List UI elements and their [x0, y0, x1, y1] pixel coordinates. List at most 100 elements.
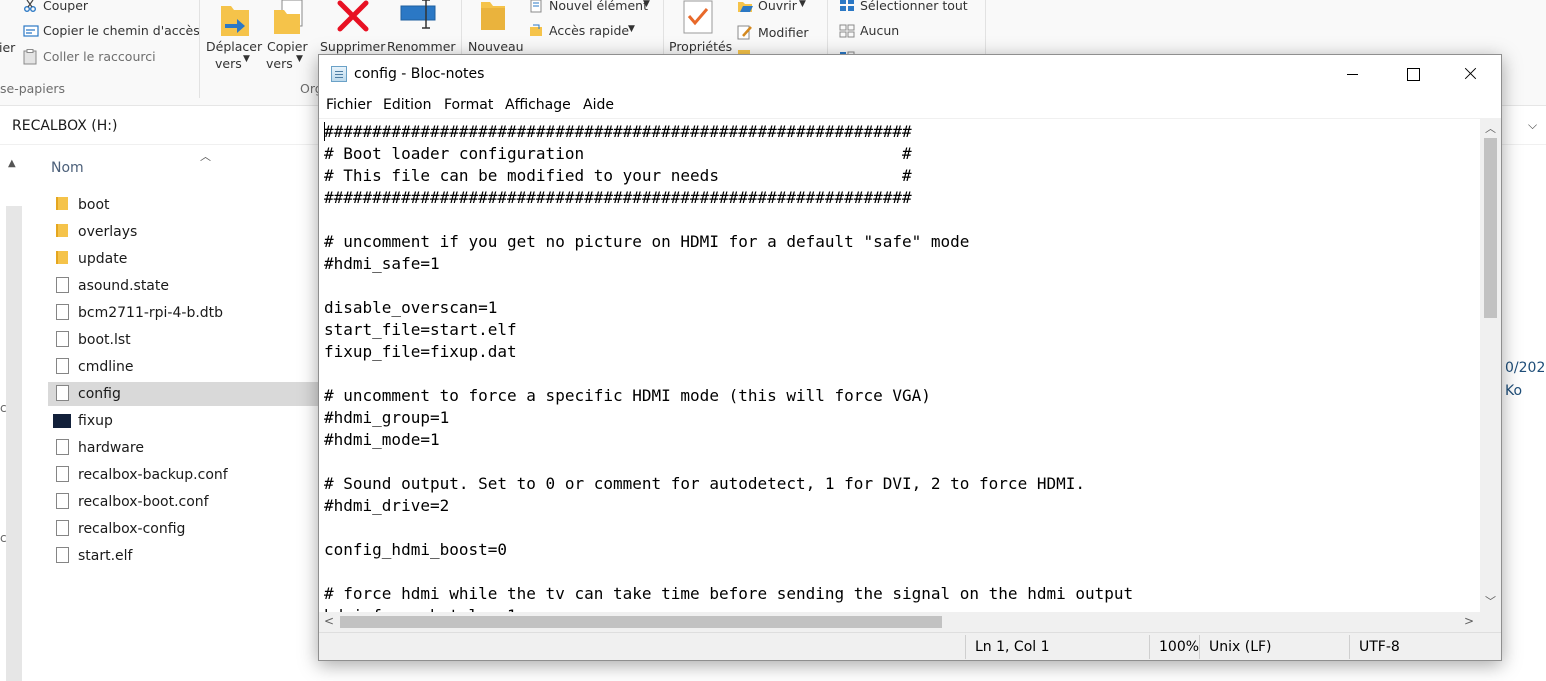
title-bar[interactable]: config - Bloc-notes: [319, 55, 1501, 93]
edit-button[interactable]: Modifier: [758, 25, 809, 40]
delete-x-icon: [337, 0, 369, 36]
easy-access-button[interactable]: Accès rapide: [549, 23, 629, 38]
chevron-down-icon: ▼: [799, 0, 806, 9]
paste-shortcut-button[interactable]: Coller le raccourci: [43, 49, 156, 64]
move-to-button[interactable]: Déplacer: [206, 39, 262, 54]
move-folder-icon: [219, 4, 251, 42]
menu-help[interactable]: Aide: [583, 97, 614, 113]
zoom-level: 100%: [1159, 639, 1200, 655]
scissors-icon: [23, 0, 37, 13]
status-separator: [1149, 635, 1150, 659]
file-name: asound.state: [78, 278, 169, 294]
select-none-icon: [839, 24, 855, 38]
cursor-position: Ln 1, Col 1: [975, 639, 1050, 655]
scroll-left-icon[interactable]: <: [324, 614, 334, 628]
new-item-button[interactable]: Nouvel élément: [549, 0, 648, 13]
scroll-down-icon[interactable]: ﹀: [1485, 593, 1496, 609]
copy-folder-icon: [272, 0, 306, 40]
easy-access-icon: [529, 24, 543, 38]
file-row[interactable]: bcm2711-rpi-4-b.dtb: [48, 301, 318, 325]
file-icon: [56, 466, 69, 482]
maximize-button[interactable]: [1383, 55, 1441, 93]
properties-button[interactable]: Propriétés: [669, 39, 732, 54]
edge-mark: c: [0, 401, 7, 415]
address-path[interactable]: RECALBOX (H:): [12, 118, 117, 134]
text-editor[interactable]: ########################################…: [319, 118, 1480, 612]
copy-to-button[interactable]: Copier: [267, 39, 308, 54]
move-to-button-line2[interactable]: vers: [215, 56, 242, 71]
file-row[interactable]: asound.state: [48, 274, 318, 298]
file-row[interactable]: overlays: [48, 220, 318, 244]
status-separator: [965, 635, 966, 659]
open-icon: [737, 0, 753, 13]
menu-format[interactable]: Format: [444, 97, 493, 113]
file-row[interactable]: cmdline: [48, 355, 318, 379]
folder-icon: [56, 224, 68, 237]
edit-pencil-icon: [737, 24, 752, 40]
copy-path-button[interactable]: Copier le chemin d'accès: [43, 23, 200, 38]
file-row[interactable]: boot: [48, 193, 318, 217]
encoding: UTF-8: [1359, 639, 1400, 655]
file-name: fixup: [78, 413, 113, 429]
file-size: Ko: [1505, 383, 1523, 399]
rename-button[interactable]: Renommer: [387, 39, 456, 54]
select-all-icon: [839, 0, 854, 12]
minimize-button[interactable]: [1323, 55, 1381, 93]
file-name: recalbox-config: [78, 521, 186, 537]
menu-view[interactable]: Affichage: [505, 97, 571, 113]
file-row[interactable]: start.elf: [48, 544, 318, 568]
file-name: recalbox-backup.conf: [78, 467, 228, 483]
new-folder-button[interactable]: Nouveau: [468, 39, 524, 54]
chevron-down-icon[interactable]: ⌵: [1528, 118, 1537, 133]
file-name: boot.lst: [78, 332, 131, 348]
folder-icon: [480, 0, 506, 36]
file-row[interactable]: boot.lst: [48, 328, 318, 352]
rename-icon: [400, 0, 440, 34]
column-header-name[interactable]: Nom: [51, 160, 84, 176]
vertical-scrollbar[interactable]: ︿ ﹀: [1480, 118, 1501, 612]
file-row[interactable]: config: [48, 382, 318, 406]
copy-button-fragment[interactable]: ier: [0, 40, 15, 55]
horizontal-scroll-thumb[interactable]: [340, 616, 942, 628]
notepad-window: config - Bloc-notes Fichier Edition Form…: [318, 54, 1502, 661]
editor-content[interactable]: ########################################…: [324, 121, 1133, 612]
file-icon: [56, 331, 69, 347]
delete-button[interactable]: Supprimer: [320, 39, 385, 54]
file-row[interactable]: recalbox-backup.conf: [48, 463, 318, 487]
file-icon: [56, 547, 69, 563]
new-item-icon: [529, 0, 543, 13]
vertical-scroll-thumb[interactable]: [1484, 138, 1497, 318]
select-all-button[interactable]: Sélectionner tout: [860, 0, 968, 13]
scroll-up-icon[interactable]: ︿: [1485, 120, 1496, 136]
copy-to-button-line2[interactable]: vers: [266, 56, 293, 71]
menu-edit[interactable]: Edition: [383, 97, 431, 113]
file-row[interactable]: hardware: [48, 436, 318, 460]
select-none-button[interactable]: Aucun: [860, 23, 899, 38]
file-name: bcm2711-rpi-4-b.dtb: [78, 305, 224, 321]
window-title: config - Bloc-notes: [354, 66, 485, 82]
file-name: overlays: [78, 224, 138, 240]
file-icon: [56, 493, 69, 509]
file-name: boot: [78, 197, 110, 213]
menu-bar: Fichier Edition Format Affichage Aide: [319, 93, 1501, 117]
menu-file[interactable]: Fichier: [326, 97, 372, 113]
file-row[interactable]: fixup: [48, 409, 318, 433]
scroll-up-icon[interactable]: ▲: [8, 158, 16, 169]
file-row[interactable]: update: [48, 247, 318, 271]
open-button[interactable]: Ouvrir: [758, 0, 797, 13]
horizontal-scrollbar[interactable]: < >: [319, 612, 1480, 632]
status-separator: [1199, 635, 1200, 659]
chevron-down-icon: ▼: [628, 24, 635, 34]
cut-button[interactable]: Couper: [43, 0, 88, 13]
size-grip[interactable]: [1480, 612, 1501, 632]
file-icon: [56, 439, 69, 455]
file-row[interactable]: recalbox-boot.conf: [48, 490, 318, 514]
scroll-right-icon[interactable]: >: [1464, 614, 1474, 628]
line-endings: Unix (LF): [1209, 639, 1272, 655]
file-row[interactable]: recalbox-config: [48, 517, 318, 541]
navigation-scrollbar[interactable]: [6, 206, 22, 681]
text-caret: [324, 122, 325, 141]
close-button[interactable]: [1441, 55, 1499, 93]
status-bar: Ln 1, Col 1 100% Unix (LF) UTF-8: [319, 632, 1501, 660]
file-icon: [56, 304, 69, 320]
